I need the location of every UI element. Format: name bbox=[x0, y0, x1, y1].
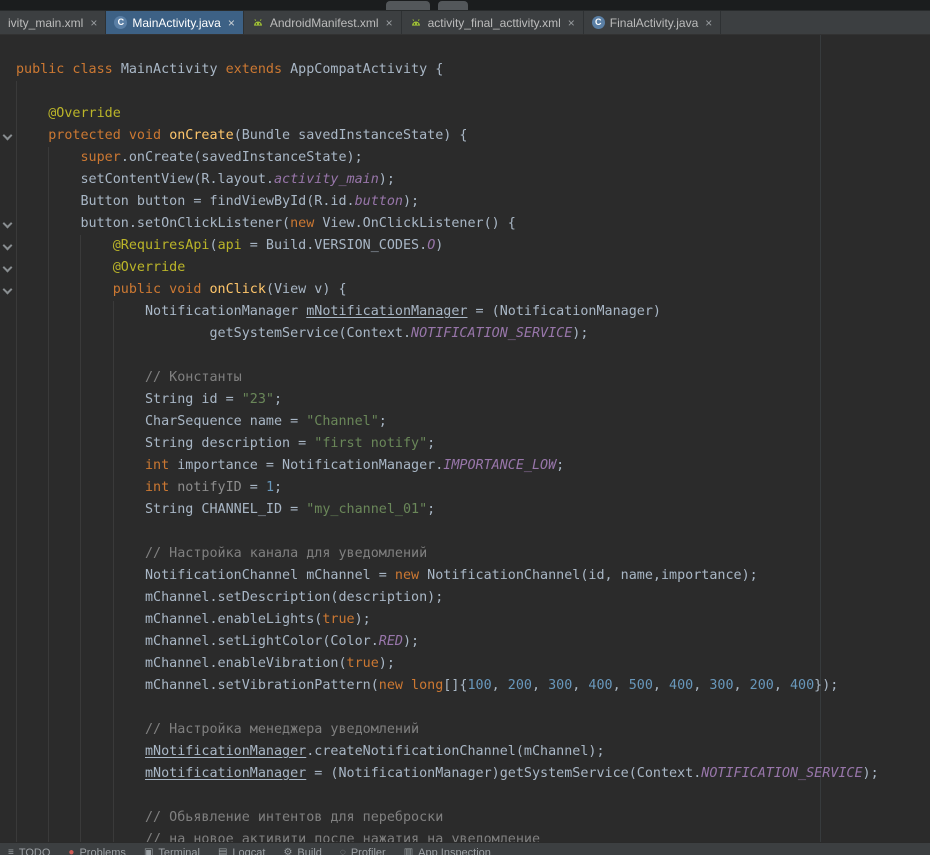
code-area: public class MainActivity extends AppCom… bbox=[0, 59, 930, 842]
code-line: mChannel.setDescription(description); bbox=[0, 587, 930, 609]
toolbar-widget[interactable] bbox=[386, 1, 430, 10]
code-line: // Обьявление интентов для переброски bbox=[0, 807, 930, 829]
close-tab-icon[interactable]: × bbox=[228, 17, 235, 29]
code-line: // Константы bbox=[0, 367, 930, 389]
code-line: public class MainActivity extends AppCom… bbox=[0, 59, 930, 81]
toolwindow-button-todo[interactable]: ≡ TODO bbox=[8, 843, 50, 855]
android-icon bbox=[410, 16, 423, 29]
code-line: Button button = findViewById(R.id.button… bbox=[0, 191, 930, 213]
code-line: int notifyID = 1; bbox=[0, 477, 930, 499]
code-line: mNotificationManager.createNotificationC… bbox=[0, 741, 930, 763]
code-line: mNotificationManager = (NotificationMana… bbox=[0, 763, 930, 785]
code-line: int importance = NotificationManager.IMP… bbox=[0, 455, 930, 477]
close-tab-icon[interactable]: × bbox=[386, 17, 393, 29]
toolwindow-button-profiler[interactable]: ◌ Profiler bbox=[340, 843, 386, 855]
tab-label: activity_final_acttivity.xml bbox=[428, 16, 561, 30]
tab-label: MainActivity.java bbox=[132, 16, 220, 30]
toolwindow-button-label: Logcat bbox=[232, 847, 265, 855]
code-line: CharSequence name = "Channel"; bbox=[0, 411, 930, 433]
code-line: super.onCreate(savedInstanceState); bbox=[0, 147, 930, 169]
logcat-icon: ▤ bbox=[218, 848, 227, 855]
code-line: NotificationChannel mChannel = new Notif… bbox=[0, 565, 930, 587]
code-line: // на новое активити после нажатия на ув… bbox=[0, 829, 930, 842]
close-tab-icon[interactable]: × bbox=[568, 17, 575, 29]
problems-icon: ● bbox=[68, 848, 74, 855]
toolwindow-button-problems[interactable]: ● Problems bbox=[68, 843, 126, 855]
code-line: // Настройка менеджера уведомлений bbox=[0, 719, 930, 741]
toolbar-widget[interactable] bbox=[438, 1, 468, 10]
tab-label: AndroidManifest.xml bbox=[270, 16, 379, 30]
code-line: @RequiresApi(api = Build.VERSION_CODES.O… bbox=[0, 235, 930, 257]
profiler-icon: ◌ bbox=[340, 848, 346, 855]
code-line: mChannel.enableVibration(true); bbox=[0, 653, 930, 675]
editor-tab[interactable]: C MainActivity.java × bbox=[106, 11, 244, 34]
toolwindow-button-label: Problems bbox=[79, 847, 125, 855]
code-line: @Override bbox=[0, 257, 930, 279]
java-class-icon: C bbox=[114, 16, 127, 29]
code-line: NotificationManager mNotificationManager… bbox=[0, 301, 930, 323]
toolwindow-button-build[interactable]: ⚙ Build bbox=[283, 843, 321, 855]
code-line: mChannel.setVibrationPattern(new long[]{… bbox=[0, 675, 930, 697]
editor-tab-bar: ivity_main.xml×CMainActivity.java×Androi… bbox=[0, 10, 930, 35]
code-line: getSystemService(Context.NOTIFICATION_SE… bbox=[0, 323, 930, 345]
terminal-icon: ▣ bbox=[144, 848, 153, 855]
code-line: setContentView(R.layout.activity_main); bbox=[0, 169, 930, 191]
build-icon: ⚙ bbox=[283, 848, 292, 855]
code-line bbox=[0, 697, 930, 719]
tab-label: ivity_main.xml bbox=[8, 16, 83, 30]
code-line: String id = "23"; bbox=[0, 389, 930, 411]
code-line: mChannel.enableLights(true); bbox=[0, 609, 930, 631]
code-line bbox=[0, 521, 930, 543]
toolwindow-button-label: TODO bbox=[19, 847, 51, 855]
code-line: public void onClick(View v) { bbox=[0, 279, 930, 301]
editor-tab[interactable]: AndroidManifest.xml × bbox=[244, 11, 402, 34]
code-line: // Настройка канала для уведомлений bbox=[0, 543, 930, 565]
app-inspection-icon: ▥ bbox=[404, 848, 413, 855]
java-class-icon: C bbox=[592, 16, 605, 29]
close-tab-icon[interactable]: × bbox=[90, 17, 97, 29]
toolwindow-button-label: Terminal bbox=[158, 847, 200, 855]
titlebar bbox=[0, 0, 930, 10]
code-line: @Override bbox=[0, 103, 930, 125]
code-editor[interactable]: public class MainActivity extends AppCom… bbox=[0, 35, 930, 842]
editor-tab[interactable]: ivity_main.xml × bbox=[0, 11, 106, 34]
toolwindow-button-app-inspection[interactable]: ▥ App Inspection bbox=[404, 843, 491, 855]
close-tab-icon[interactable]: × bbox=[705, 17, 712, 29]
code-line: String CHANNEL_ID = "my_channel_01"; bbox=[0, 499, 930, 521]
code-line: button.setOnClickListener(new View.OnCli… bbox=[0, 213, 930, 235]
code-line: mChannel.setLightColor(Color.RED); bbox=[0, 631, 930, 653]
android-icon bbox=[252, 16, 265, 29]
toolwindow-button-label: App Inspection bbox=[418, 847, 491, 855]
editor-tab[interactable]: activity_final_acttivity.xml × bbox=[402, 11, 584, 34]
tab-label: FinalActivity.java bbox=[610, 16, 698, 30]
code-line bbox=[0, 345, 930, 367]
code-line bbox=[0, 81, 930, 103]
code-line: String description = "first notify"; bbox=[0, 433, 930, 455]
toolwindow-button-logcat[interactable]: ▤ Logcat bbox=[218, 843, 265, 855]
editor-tab[interactable]: C FinalActivity.java × bbox=[584, 11, 722, 34]
tool-window-bar: ≡ TODO ● Problems ▣ Terminal ▤ Logcat ⚙ Build ◌ Pro… bbox=[0, 842, 930, 855]
toolwindow-button-label: Profiler bbox=[351, 847, 386, 855]
code-line bbox=[0, 785, 930, 807]
code-line: protected void onCreate(Bundle savedInst… bbox=[0, 125, 930, 147]
toolwindow-button-label: Build bbox=[297, 847, 321, 855]
toolwindow-button-terminal[interactable]: ▣ Terminal bbox=[144, 843, 200, 855]
todo-icon: ≡ bbox=[8, 848, 14, 855]
android-studio-window: ivity_main.xml×CMainActivity.java×Androi… bbox=[0, 0, 930, 855]
